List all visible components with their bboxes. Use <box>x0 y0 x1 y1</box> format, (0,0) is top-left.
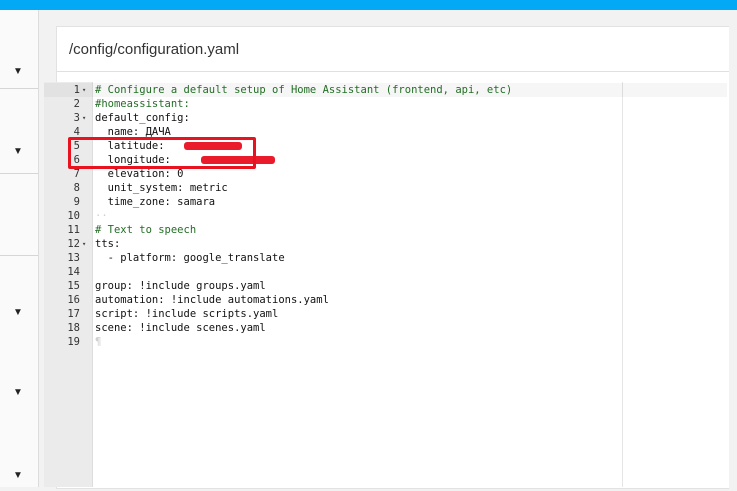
fold-toggle-icon[interactable]: ▾ <box>82 111 86 125</box>
code-line[interactable]: 11 # Text to speech <box>44 223 727 237</box>
code-line[interactable]: 18 scene: !include scenes.yaml <box>44 321 727 335</box>
code-line[interactable]: 19 ¶ <box>44 335 727 349</box>
line-number: 10 <box>67 210 80 222</box>
annotation-highlight-box <box>68 137 256 169</box>
code-line[interactable]: 7 elevation: 0 <box>44 167 727 181</box>
code-line[interactable]: 14 <box>44 265 727 279</box>
line-number: 13 <box>67 252 80 264</box>
code-text: unit_system: metric <box>95 182 228 194</box>
code-text: automation: !include automations.yaml <box>95 294 329 306</box>
line-number: 1 <box>73 84 80 96</box>
line-number: 16 <box>67 294 80 306</box>
code-text: script: !include scripts.yaml <box>95 308 279 320</box>
caret-down-icon[interactable]: ▼ <box>13 470 23 481</box>
code-line[interactable]: 13 - platform: google_translate <box>44 251 727 265</box>
line-number: 15 <box>67 280 80 292</box>
card-divider <box>57 71 729 72</box>
line-number: 8 <box>73 182 80 194</box>
fold-toggle-icon[interactable]: ▾ <box>82 83 86 97</box>
code-line[interactable]: 16 automation: !include automations.yaml <box>44 293 727 307</box>
code-line[interactable]: 12 ▾ tts: <box>44 237 727 251</box>
code-text: tts: <box>95 238 121 250</box>
code-text: group: !include groups.yaml <box>95 280 266 292</box>
caret-down-icon[interactable]: ▼ <box>13 66 23 77</box>
code-line[interactable]: 9 time_zone: samara <box>44 195 727 209</box>
line-number: 12 <box>67 238 80 250</box>
line-number: 18 <box>67 322 80 334</box>
code-text: elevation: 0 <box>95 168 184 180</box>
file-path-title: /config/configuration.yaml <box>69 41 240 58</box>
code-text: - platform: google_translate <box>95 252 285 264</box>
line-number: 14 <box>67 266 80 278</box>
fold-toggle-icon[interactable]: ▾ <box>82 237 86 251</box>
line-number: 17 <box>67 308 80 320</box>
code-line[interactable]: 8 unit_system: metric <box>44 181 727 195</box>
caret-down-icon[interactable]: ▼ <box>13 387 23 398</box>
code-text: # Text to speech <box>95 224 197 236</box>
line-number: 19 <box>67 336 80 348</box>
code-line[interactable]: 2 #homeassistant: <box>44 97 727 111</box>
code-text: # Configure a default setup of Home Assi… <box>95 84 513 96</box>
code-text: time_zone: samara <box>95 196 216 208</box>
caret-down-icon[interactable]: ▼ <box>13 307 23 318</box>
app-header-bar <box>0 0 737 10</box>
caret-down-icon[interactable]: ▼ <box>13 146 23 157</box>
code-line[interactable]: 17 script: !include scripts.yaml <box>44 307 727 321</box>
sidebar-panel: ▼ ▼ ▼ ▼ ▼ <box>0 10 39 487</box>
line-number: 11 <box>67 224 80 236</box>
code-line[interactable]: 3 ▾ default_config: <box>44 111 727 125</box>
code-text: ¶ <box>95 336 102 348</box>
code-line[interactable]: 1 ▾ # Configure a default setup of Home As… <box>44 83 727 97</box>
sidebar-divider <box>0 88 38 89</box>
code-text: default_config: <box>95 112 190 124</box>
code-line[interactable]: 10 ·· <box>44 209 727 223</box>
line-number: 9 <box>73 196 80 208</box>
line-number: 3 <box>73 112 80 124</box>
sidebar-divider <box>0 255 38 256</box>
line-number: 7 <box>73 168 80 180</box>
code-text: scene: !include scenes.yaml <box>95 322 266 334</box>
sidebar-divider <box>0 173 38 174</box>
code-text: #homeassistant: <box>95 98 190 110</box>
code-line[interactable]: 15 group: !include groups.yaml <box>44 279 727 293</box>
code-text: ·· <box>95 210 108 222</box>
line-number: 2 <box>73 98 80 110</box>
